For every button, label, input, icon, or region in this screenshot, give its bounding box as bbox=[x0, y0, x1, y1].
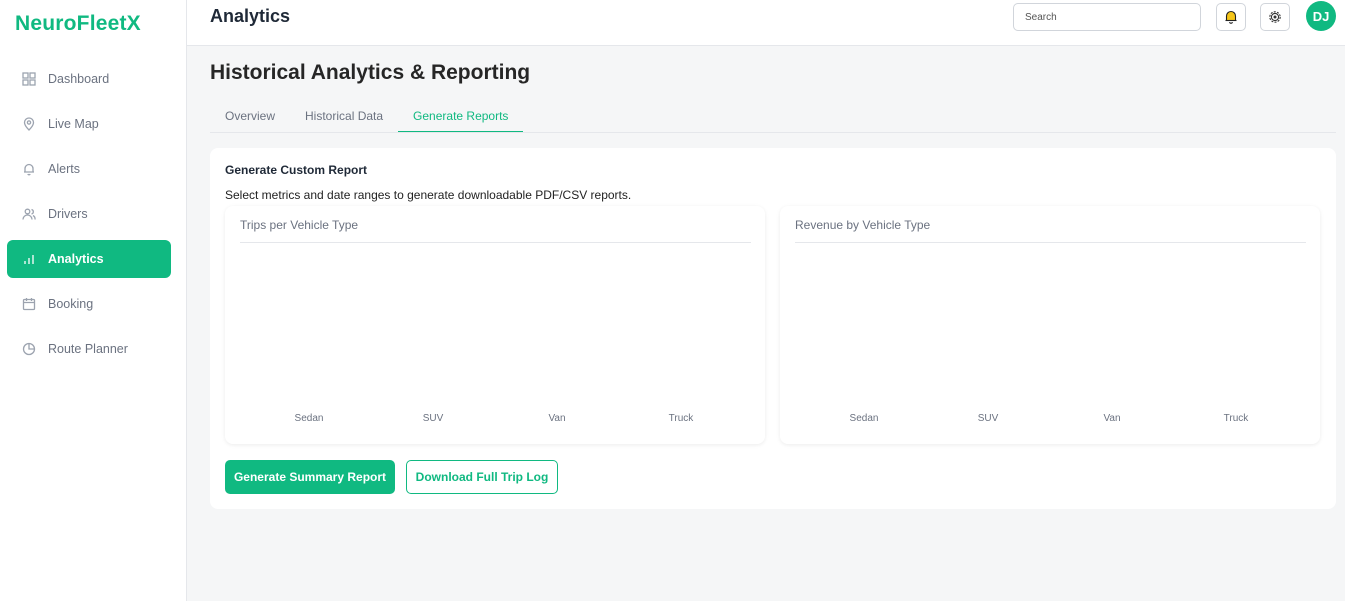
x-tick-label: Truck bbox=[669, 413, 695, 424]
tab-historical-data[interactable]: Historical Data bbox=[290, 100, 398, 132]
bar-chart-icon bbox=[22, 252, 36, 266]
tab-overview[interactable]: Overview bbox=[210, 100, 290, 132]
sidebar-item-label: Booking bbox=[48, 297, 94, 311]
trips-chart: Sedan SUV Van Truck bbox=[295, 413, 695, 424]
trips-chart-card: Trips per Vehicle Type Sedan SUV Van Truck bbox=[225, 206, 765, 444]
download-trip-log-button[interactable]: Download Full Trip Log bbox=[406, 460, 558, 494]
users-icon bbox=[22, 207, 36, 221]
generate-summary-report-button[interactable]: Generate Summary Report bbox=[225, 460, 395, 494]
x-tick-label: Truck bbox=[1224, 413, 1250, 424]
bell-icon bbox=[1225, 10, 1237, 24]
sidebar: NeuroFleetX Dashboard Live Map Alerts Dr… bbox=[0, 0, 187, 601]
page-title: Historical Analytics & Reporting bbox=[210, 61, 531, 84]
bell-icon bbox=[22, 162, 36, 176]
report-card: Generate Custom Report Select metrics an… bbox=[210, 148, 1336, 509]
sidebar-item-label: Drivers bbox=[48, 207, 88, 221]
sidebar-item-route-planner[interactable]: Route Planner bbox=[7, 330, 171, 368]
search-input[interactable] bbox=[1013, 3, 1201, 31]
sidebar-item-label: Live Map bbox=[48, 117, 99, 131]
revenue-chart-card: Revenue by Vehicle Type Sedan SUV Van Truck bbox=[780, 206, 1320, 444]
sidebar-item-live-map[interactable]: Live Map bbox=[7, 105, 171, 143]
sidebar-item-drivers[interactable]: Drivers bbox=[7, 195, 171, 233]
x-tick-label: SUV bbox=[423, 413, 444, 424]
tab-bar: Overview Historical Data Generate Report… bbox=[210, 100, 1336, 133]
page-header-title: Analytics bbox=[210, 6, 291, 26]
app-logo: NeuroFleetX bbox=[15, 12, 141, 35]
sidebar-item-label: Alerts bbox=[48, 162, 80, 176]
notifications-button[interactable] bbox=[1216, 3, 1246, 31]
report-description: Select metrics and date ranges to genera… bbox=[225, 188, 632, 202]
tab-generate-reports[interactable]: Generate Reports bbox=[398, 100, 524, 132]
sidebar-item-dashboard[interactable]: Dashboard bbox=[7, 60, 171, 98]
top-bar: Analytics DJ bbox=[187, 0, 1345, 46]
sidebar-item-alerts[interactable]: Alerts bbox=[7, 150, 171, 188]
pie-icon bbox=[22, 342, 36, 356]
x-tick-label: Sedan bbox=[850, 413, 879, 424]
grid-icon bbox=[22, 72, 36, 86]
settings-button[interactable] bbox=[1260, 3, 1290, 31]
sidebar-item-label: Analytics bbox=[48, 252, 104, 266]
revenue-chart: Sedan SUV Van Truck bbox=[850, 413, 1250, 424]
gear-icon bbox=[1269, 11, 1281, 23]
sidebar-item-analytics[interactable]: Analytics bbox=[7, 240, 171, 278]
sidebar-item-booking[interactable]: Booking bbox=[7, 285, 171, 323]
sidebar-nav: Dashboard Live Map Alerts Drivers Analyt… bbox=[7, 60, 171, 375]
x-tick-label: Van bbox=[1103, 413, 1120, 424]
calendar-icon bbox=[22, 297, 36, 311]
x-tick-label: SUV bbox=[978, 413, 999, 424]
sidebar-item-label: Dashboard bbox=[48, 72, 110, 86]
report-title: Generate Custom Report bbox=[225, 163, 368, 177]
avatar[interactable]: DJ bbox=[1306, 1, 1336, 31]
x-tick-label: Sedan bbox=[295, 413, 324, 424]
sidebar-item-label: Route Planner bbox=[48, 342, 128, 356]
map-pin-icon bbox=[22, 117, 36, 131]
x-tick-label: Van bbox=[548, 413, 565, 424]
